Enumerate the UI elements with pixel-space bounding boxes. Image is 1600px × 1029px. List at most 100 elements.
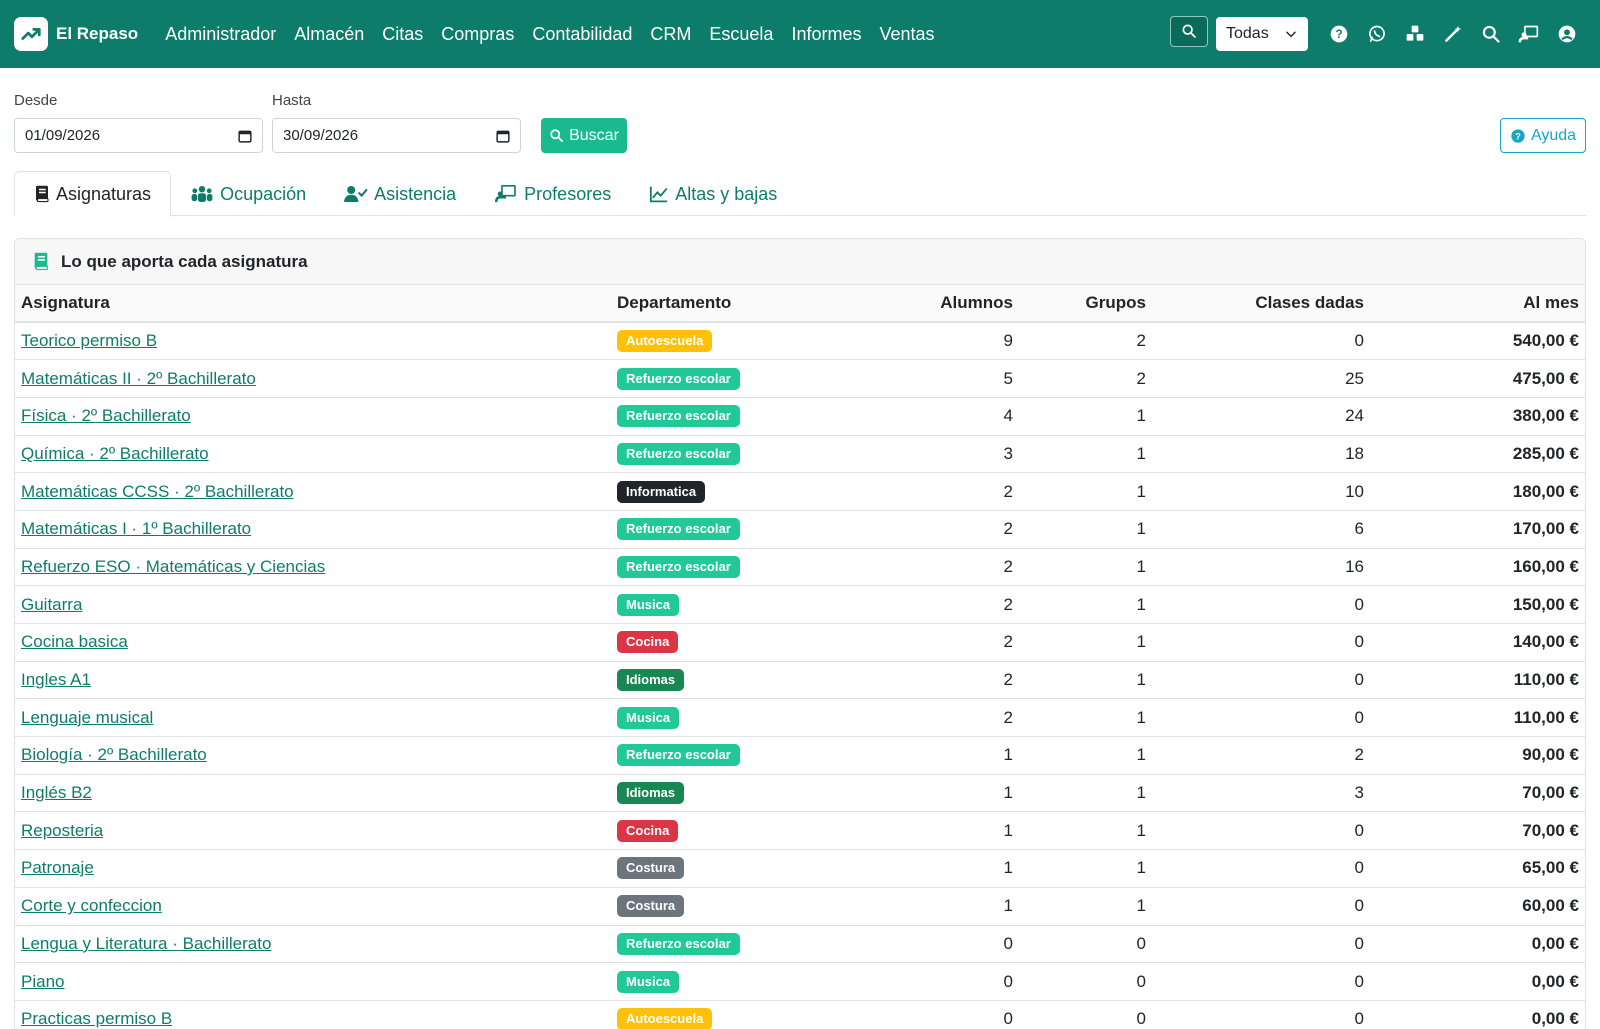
cell-asignatura: Lenguaje musical: [15, 698, 611, 738]
menu-item-contabilidad[interactable]: Contabilidad: [523, 24, 641, 45]
cell-clases-dadas: 16: [1152, 548, 1370, 587]
department-badge: Refuerzo escolar: [617, 932, 740, 955]
cell-grupos: 2: [1019, 322, 1152, 361]
department-badge: Refuerzo escolar: [617, 555, 740, 578]
user-menu-button[interactable]: [1548, 17, 1586, 51]
cell-grupos: 1: [1019, 397, 1152, 436]
menu-item-informes[interactable]: Informes: [782, 24, 870, 45]
scope-select[interactable]: Todas: [1216, 17, 1308, 51]
subject-link[interactable]: Practicas permiso B: [21, 1009, 172, 1028]
table-row: Cocina basica Cocina 2 1 0 140,00 €: [15, 623, 1585, 662]
col-departamento[interactable]: Departamento: [611, 285, 841, 323]
help-tool-button[interactable]: ?: [1320, 17, 1358, 51]
cell-grupos: 0: [1019, 962, 1152, 1001]
subject-link[interactable]: Cocina basica: [21, 632, 128, 651]
cell-alumnos: 3: [841, 435, 1019, 474]
cell-clases-dadas: 0: [1152, 623, 1370, 662]
scope-select-value: Todas: [1226, 25, 1269, 42]
from-date-input[interactable]: 01/09/2026: [14, 118, 263, 153]
menu-item-compras[interactable]: Compras: [432, 24, 523, 45]
cell-asignatura: Ingles A1: [15, 661, 611, 700]
cell-asignatura: Patronaje: [15, 849, 611, 888]
subject-link[interactable]: Biología · 2º Bachillerato: [21, 745, 207, 764]
tab-asistencia[interactable]: Asistencia: [325, 171, 475, 217]
global-search-button[interactable]: [1170, 15, 1208, 47]
subject-link[interactable]: Química · 2º Bachillerato: [21, 444, 209, 463]
cell-alumnos: 1: [841, 811, 1019, 851]
chalkboard-teacher-icon: [1518, 25, 1539, 43]
book-icon: [36, 185, 49, 203]
cell-al-mes: 90,00 €: [1370, 736, 1585, 775]
subject-link[interactable]: Inglés B2: [21, 783, 92, 802]
menu-item-ventas[interactable]: Ventas: [870, 24, 943, 45]
search-button[interactable]: Buscar: [541, 118, 627, 153]
menu-item-administrador[interactable]: Administrador: [156, 24, 285, 45]
user-circle-icon: [1558, 25, 1576, 43]
subject-link[interactable]: Guitarra: [21, 595, 82, 614]
subject-link[interactable]: Ingles A1: [21, 670, 91, 689]
teacher-tool-button[interactable]: [1510, 17, 1548, 51]
whatsapp-icon: [1369, 25, 1385, 42]
menu-item-almacen[interactable]: Almacén: [285, 24, 373, 45]
cell-clases-dadas: 0: [1152, 1000, 1370, 1029]
cell-al-mes: 160,00 €: [1370, 548, 1585, 587]
subject-link[interactable]: Piano: [21, 972, 64, 991]
cell-asignatura: Física · 2º Bachillerato: [15, 397, 611, 436]
cell-departamento: Idiomas: [611, 774, 841, 813]
report-tabs: Asignaturas Ocupación Asistencia Profeso…: [14, 171, 1586, 217]
col-grupos[interactable]: Grupos: [1019, 285, 1152, 323]
cell-al-mes: 540,00 €: [1370, 322, 1585, 361]
brand[interactable]: El Repaso: [14, 17, 138, 51]
subject-link[interactable]: Teorico permiso B: [21, 331, 157, 350]
to-date-input[interactable]: 30/09/2026: [272, 118, 521, 153]
menu-item-escuela[interactable]: Escuela: [700, 24, 782, 45]
subject-link[interactable]: Matemáticas CCSS · 2º Bachillerato: [21, 482, 294, 501]
subject-link[interactable]: Matemáticas I · 1º Bachillerato: [21, 519, 251, 538]
subject-link[interactable]: Reposteria: [21, 821, 103, 840]
table-row: Refuerzo ESO · Matemáticas y Ciencias Ref…: [15, 548, 1585, 587]
col-clases-dadas[interactable]: Clases dadas: [1152, 285, 1370, 323]
cell-departamento: Refuerzo escolar: [611, 736, 841, 775]
whatsapp-tool-button[interactable]: [1358, 17, 1396, 51]
subject-link[interactable]: Matemáticas II · 2º Bachillerato: [21, 369, 256, 388]
tab-label: Profesores: [524, 183, 612, 204]
subject-link[interactable]: Patronaje: [21, 858, 94, 877]
cell-departamento: Cocina: [611, 811, 841, 851]
cell-alumnos: 1: [841, 774, 1019, 813]
magic-tool-button[interactable]: [1434, 17, 1472, 51]
menu-item-crm[interactable]: CRM: [641, 24, 700, 45]
subject-link[interactable]: Corte y confeccion: [21, 896, 162, 915]
tab-ocupacion[interactable]: Ocupación: [171, 171, 325, 217]
cell-clases-dadas: 10: [1152, 472, 1370, 511]
subject-link[interactable]: Física · 2º Bachillerato: [21, 406, 191, 425]
subject-link[interactable]: Lenguaje musical: [21, 708, 153, 727]
modules-tool-button[interactable]: [1396, 17, 1434, 51]
department-badge: Cocina: [617, 819, 679, 842]
col-al-mes[interactable]: Al mes: [1370, 285, 1585, 323]
search-button-label: Buscar: [569, 126, 619, 144]
department-badge: Refuerzo escolar: [617, 405, 740, 428]
department-badge: Refuerzo escolar: [617, 518, 740, 541]
cell-asignatura: Piano: [15, 962, 611, 1001]
tab-altas-bajas[interactable]: Altas y bajas: [630, 171, 796, 217]
cell-alumnos: 2: [841, 661, 1019, 700]
cell-clases-dadas: 0: [1152, 811, 1370, 851]
search-tool-button[interactable]: [1472, 17, 1510, 51]
cell-grupos: 1: [1019, 661, 1152, 700]
subjects-card: Lo que aporta cada asignatura Asignatura…: [14, 238, 1586, 1029]
department-badge: Refuerzo escolar: [617, 367, 740, 390]
tab-profesores[interactable]: Profesores: [475, 171, 630, 217]
col-asignatura[interactable]: Asignatura: [15, 285, 611, 323]
from-date-value: 01/09/2026: [25, 127, 101, 144]
col-alumnos[interactable]: Alumnos: [841, 285, 1019, 323]
help-button[interactable]: ? Ayuda: [1500, 118, 1586, 153]
subject-link[interactable]: Refuerzo ESO · Matemáticas y Ciencias: [21, 557, 325, 576]
cell-grupos: 1: [1019, 887, 1152, 926]
menu-item-citas[interactable]: Citas: [373, 24, 432, 45]
tab-asignaturas[interactable]: Asignaturas: [14, 171, 172, 217]
cell-departamento: Refuerzo escolar: [611, 925, 841, 964]
cell-asignatura: Matemáticas I · 1º Bachillerato: [15, 510, 611, 549]
subject-link[interactable]: Lengua y Literatura · Bachillerato: [21, 934, 271, 953]
cell-departamento: Refuerzo escolar: [611, 359, 841, 398]
help-button-label: Ayuda: [1530, 126, 1577, 144]
